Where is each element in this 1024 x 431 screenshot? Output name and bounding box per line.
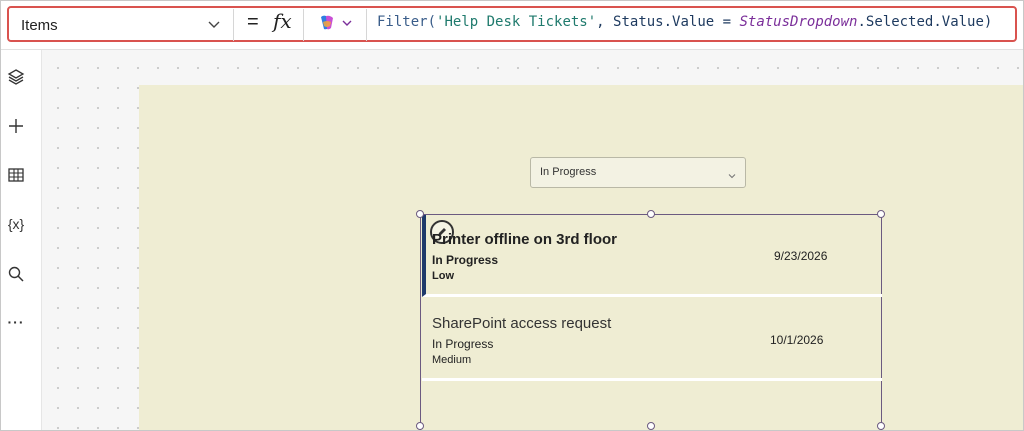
formula-source: 'Help Desk Tickets': [436, 14, 597, 30]
formula-control-ref: StatusDropdown: [739, 14, 858, 30]
formula-bar: Items = fx Filter('Help Desk Tickets', S…: [1, 1, 1023, 50]
table-icon[interactable]: [5, 164, 27, 186]
ticket-priority: Low: [432, 270, 454, 282]
formula-condition: , Status.Value =: [596, 14, 740, 30]
ticket-title: SharePoint access request: [432, 315, 612, 332]
status-dropdown-value: In Progress: [540, 166, 597, 178]
app-frame: Items = fx Filter('Help Desk Tickets', S…: [0, 0, 1024, 431]
app-screen: In Progress Printer offline on 3rd floor…: [139, 85, 1023, 430]
resize-handle-bottom[interactable]: [647, 422, 655, 430]
copilot-button[interactable]: [303, 9, 367, 41]
layers-icon[interactable]: [5, 66, 27, 88]
formula-function: Filter(: [377, 14, 437, 30]
chevron-down-icon: [341, 16, 353, 34]
plus-icon[interactable]: [5, 115, 27, 137]
gallery-row[interactable]: Printer offline on 3rd floor In Progress…: [422, 215, 882, 297]
gallery-row[interactable]: SharePoint access request In Progress Me…: [422, 299, 882, 381]
chevron-down-icon: [727, 168, 737, 186]
ticket-date: 10/1/2026: [770, 333, 824, 347]
formula-tail: .Selected.Value): [857, 14, 993, 30]
ticket-date: 9/23/2026: [774, 249, 828, 263]
resize-handle-top-right[interactable]: [877, 210, 885, 218]
resize-handle-top[interactable]: [647, 210, 655, 218]
fx-icon[interactable]: fx: [273, 9, 292, 33]
property-selector[interactable]: Items: [11, 9, 234, 41]
ticket-status: In Progress: [432, 253, 499, 267]
status-dropdown[interactable]: In Progress: [530, 157, 746, 188]
more-icon[interactable]: ···: [5, 311, 27, 333]
chevron-down-icon: [207, 17, 221, 36]
copilot-icon: [317, 13, 337, 38]
left-rail: {x} ···: [1, 50, 42, 430]
resize-handle-top-left[interactable]: [416, 210, 424, 218]
search-icon[interactable]: [5, 263, 27, 285]
formula-input[interactable]: Filter('Help Desk Tickets', Status.Value…: [377, 14, 992, 30]
equals-sign: =: [247, 11, 259, 33]
canvas-area: In Progress Printer offline on 3rd floor…: [42, 50, 1023, 430]
variables-icon[interactable]: {x}: [5, 213, 27, 235]
resize-handle-bottom-right[interactable]: [877, 422, 885, 430]
property-selector-value: Items: [21, 16, 58, 34]
resize-handle-bottom-left[interactable]: [416, 422, 424, 430]
tickets-gallery[interactable]: Printer offline on 3rd floor In Progress…: [416, 210, 885, 430]
ticket-priority: Medium: [432, 354, 472, 366]
ticket-title: Printer offline on 3rd floor: [432, 231, 618, 248]
ticket-status: In Progress: [432, 337, 494, 351]
